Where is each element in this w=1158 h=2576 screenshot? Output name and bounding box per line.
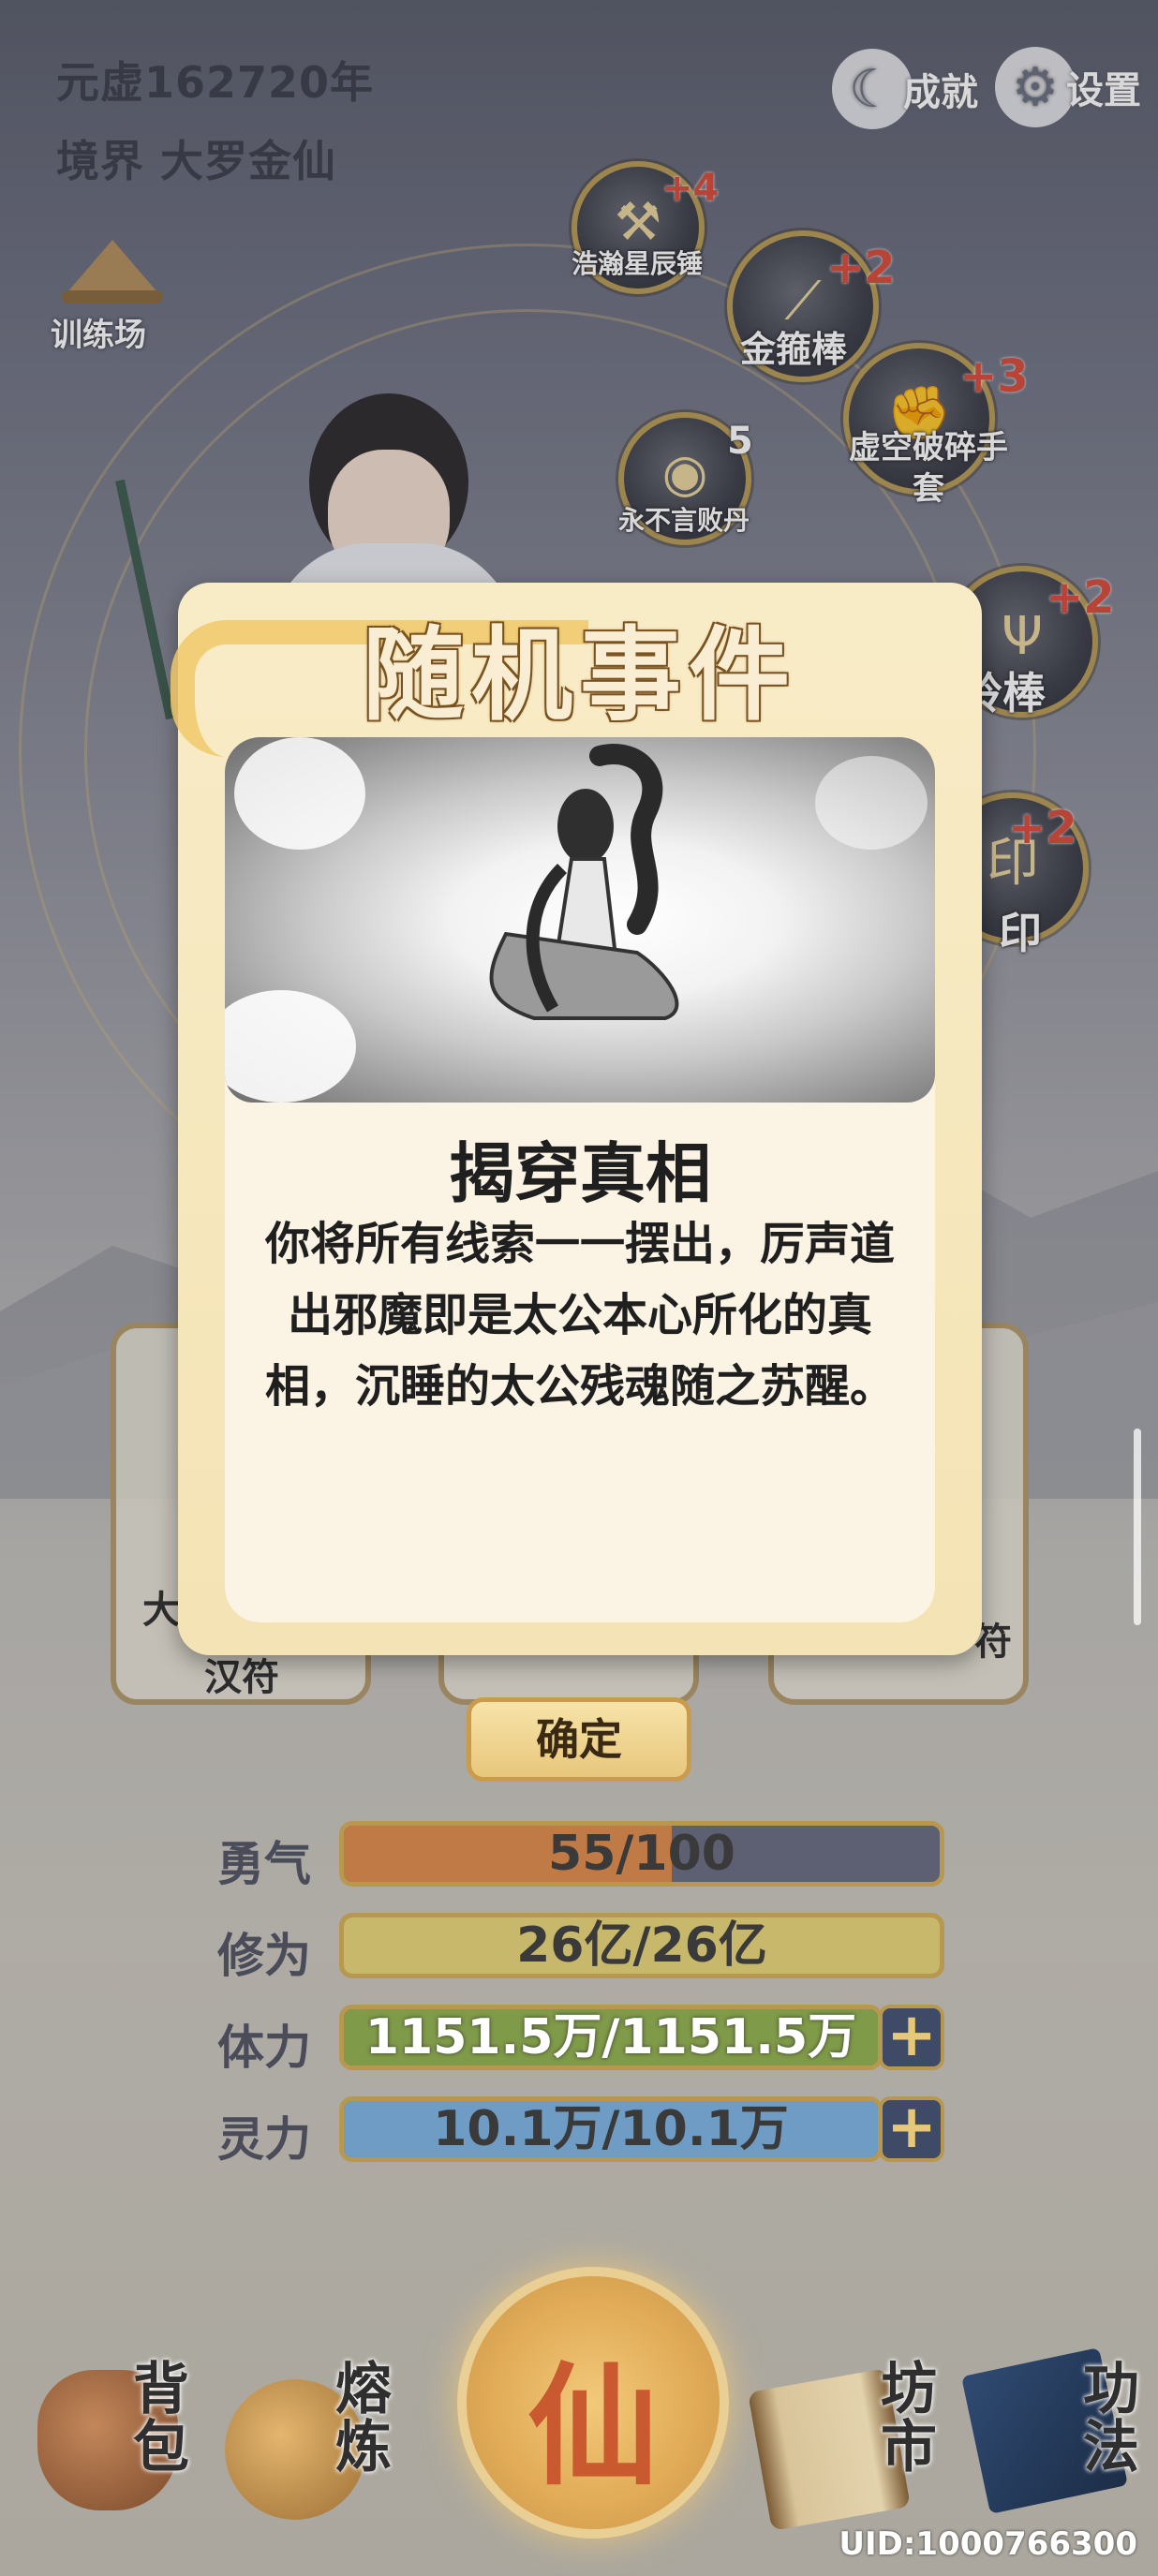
spirit-value: 10.1万/10.1万 [433, 2101, 789, 2157]
event-description: 你将所有线索一一摆出，厉声道出邪魔即是太公本心所化的真相，沉睡的太公残魂随之苏醒… [264, 1218, 895, 1413]
stamina-bar: 1151.5万/1151.5万 [339, 2005, 883, 2070]
dialog-header: 随机事件 [362, 616, 797, 734]
spirit-bar: 10.1万/10.1万 [339, 2096, 883, 2162]
confirm-button[interactable]: 确定 [467, 1697, 691, 1782]
courage-label: 勇气 [217, 1837, 311, 1891]
nav-market-label: 坊市 [881, 2357, 937, 2480]
courage-value: 55/100 [548, 1826, 735, 1882]
spirit-label: 灵力 [217, 2112, 311, 2167]
stamina-add-button[interactable]: + [879, 2005, 944, 2070]
stamina-label: 体力 [217, 2021, 311, 2075]
nav-smelt-button[interactable]: 熔炼 [225, 2342, 422, 2529]
nav-smelt-label: 熔炼 [335, 2357, 392, 2480]
ink-figure-illustration [225, 737, 928, 1103]
event-illustration [225, 737, 935, 1103]
nav-skills-button[interactable]: 功法 [961, 2342, 1152, 2529]
center-immortal-button[interactable]: 仙 [457, 2267, 729, 2539]
cultivation-value: 26亿/26亿 [516, 1917, 767, 1974]
event-title: 揭穿真相 [449, 1135, 711, 1212]
nav-skills-label: 功法 [1083, 2357, 1139, 2480]
nav-market-button[interactable]: 坊市 [748, 2342, 956, 2531]
cultivation-label: 修为 [217, 1929, 311, 1983]
courage-bar: 55/100 [339, 1821, 944, 1887]
scrollbar[interactable] [1134, 1429, 1141, 1625]
cultivation-bar: 26亿/26亿 [339, 1913, 944, 1978]
spirit-add-button[interactable]: + [879, 2096, 944, 2162]
nav-bag-button[interactable]: 背包 [28, 2342, 215, 2529]
center-label: 仙 [527, 2350, 659, 2504]
stamina-value: 1151.5万/1151.5万 [364, 2009, 857, 2065]
nav-bag-label: 背包 [133, 2357, 189, 2480]
user-id: UID:1000766300 [839, 2525, 1137, 2563]
random-event-dialog: 随机事件 揭穿真相 你将所有线索一一摆出，厉声道出邪魔即是太公本心所化的真相，沉… [171, 583, 982, 1655]
